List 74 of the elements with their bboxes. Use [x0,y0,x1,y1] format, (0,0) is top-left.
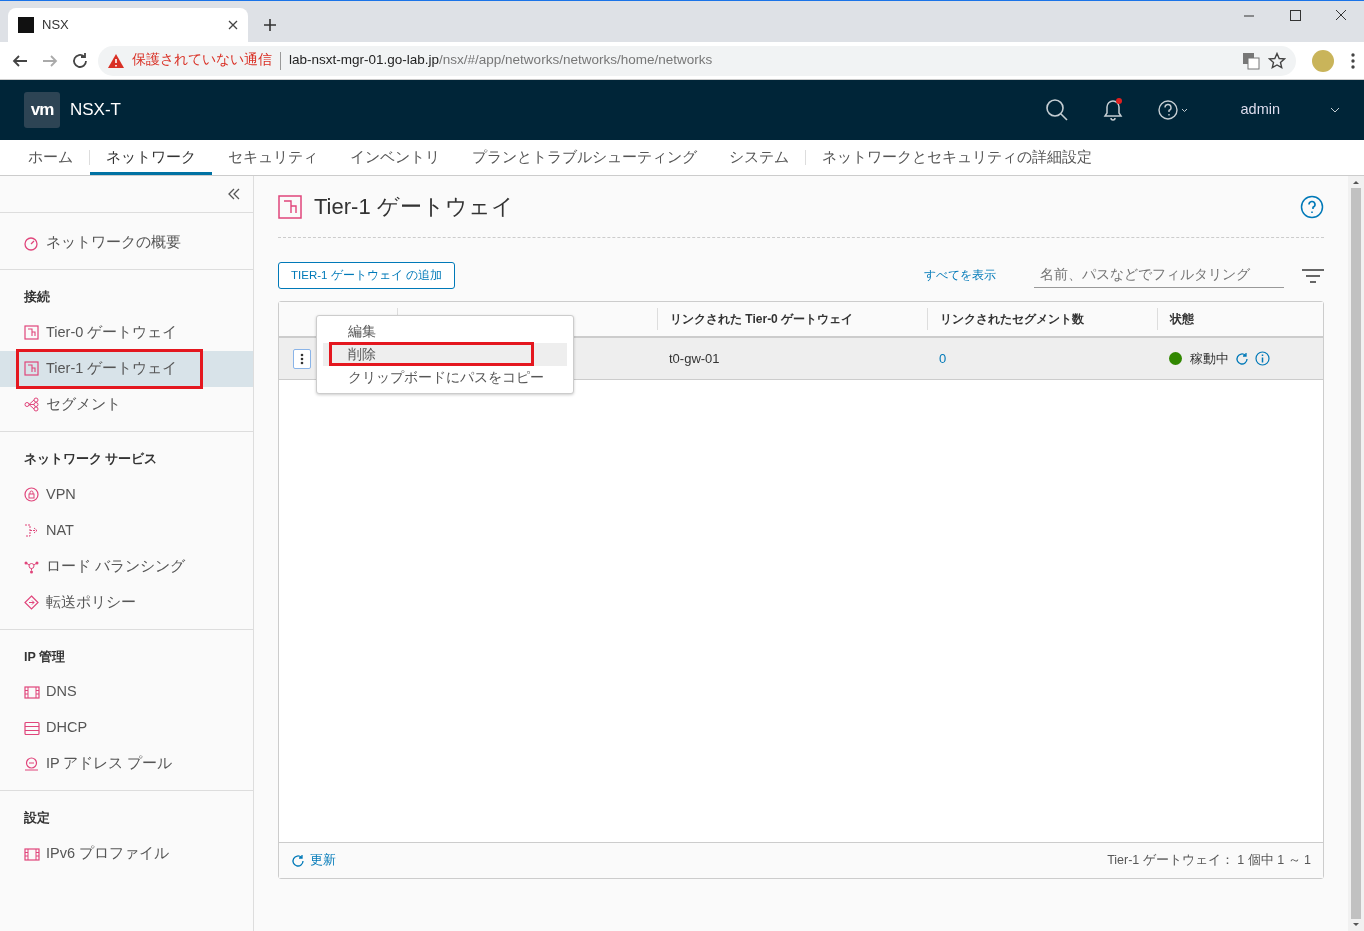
filter-field[interactable]: 名前、パスなどでフィルタリング [1034,263,1284,289]
sidebar-item[interactable]: Tier-1 ゲートウェイ [0,350,253,387]
menu-item[interactable]: クリップボードにパスをコピー [323,366,567,389]
sidebar-item[interactable]: NAT [0,512,253,549]
section-heading: ネットワーク サービス [23,450,159,468]
nav-tab[interactable]: ネットワークとセキュリティの詳細設定 [806,143,1108,175]
refresh-icon[interactable] [1235,351,1249,366]
help-icon[interactable] [1300,194,1324,219]
column-header: リンクされたセグメント数 [927,308,1157,331]
gateway-icon [24,325,40,341]
nav-tab[interactable]: システム [713,143,805,175]
browser-tab[interactable]: NSX [8,8,248,42]
logo: vm [24,92,60,128]
url-text: lab-nsxt-mgr-01.go-lab.jp/nsx/#/app/networks/networks/home/networks [289,51,713,70]
menu-item[interactable]: 編集 [323,320,567,343]
info-icon[interactable] [1255,351,1270,367]
gateway-icon [278,194,302,219]
menu-item[interactable]: 削除 [323,343,567,366]
show-all-link[interactable]: すべてを表示 [924,267,996,285]
user-name[interactable]: admin [1240,99,1280,121]
sidebar-item[interactable]: 転送ポリシー [0,584,253,621]
arrow-icon [24,523,40,538]
diamond-arrow-icon [24,595,40,610]
refresh-button[interactable]: 更新 [291,851,336,871]
product-name: NSX-T [70,99,121,122]
add-gateway-button[interactable]: TIER-1 ゲートウェイ の追加 [278,262,455,290]
sidebar-item[interactable]: DNS [0,674,253,711]
chevron-down-icon[interactable] [1330,107,1340,113]
status-text: 稼動中 [1190,350,1229,368]
new-tab-icon[interactable] [264,19,276,31]
sidebar-item[interactable]: DHCP [0,710,253,747]
collapse-icon[interactable] [227,188,241,200]
security-warning: 保護されていない通信 [132,51,272,70]
nav-tab[interactable]: インベントリ [334,143,456,175]
kebab-menu-icon [300,352,304,365]
address-bar[interactable]: 保護されていない通信 lab-nsxt-mgr-01.go-lab.jp/nsx/#/app/networks/networks/home/networks [98,45,1296,76]
kebab-menu-icon[interactable] [1350,51,1356,70]
column-header: リンクされた Tier-0 ゲートウェイ [657,308,927,331]
sidebar-item[interactable]: IPv6 プロファイル [0,836,253,872]
search-icon[interactable] [1044,98,1069,122]
section-heading: 設定 [23,810,51,828]
nav-tab[interactable]: プランとトラブルシューティング [456,143,713,175]
gateway-icon [24,361,40,377]
sidebar-item[interactable]: セグメント [0,386,253,423]
favicon-icon [18,17,34,33]
scrollbar-thumb[interactable] [1351,188,1361,919]
sidebar-item[interactable]: ネットワークの概要 [0,225,253,261]
pagination-text: Tier-1 ゲートウェイ： 1 個中 1 ～ 1 [1107,852,1311,870]
sidebar-item[interactable]: IP アドレス プール [0,746,253,783]
segment-count-link[interactable]: 0 [927,338,1157,380]
table-cell-text: t0-gw-01 [668,350,721,368]
sidebar-item[interactable]: VPN [0,476,253,513]
column-header: 状態 [1157,308,1323,331]
page-title: Tier-1 ゲートウェイ [314,193,514,221]
stack-icon [24,720,40,736]
server-icon [24,846,40,862]
sidebar-item[interactable]: Tier-0 ゲートウェイ [0,314,253,351]
network-icon [24,559,40,574]
tab-title: NSX [42,16,69,35]
lock-icon [24,487,40,502]
row-actions-button[interactable] [293,348,311,369]
sidebar-item[interactable]: ロード バランシング [0,548,253,585]
refresh-icon [291,853,305,868]
section-heading: 接続 [23,289,51,306]
server-icon [24,684,40,700]
gauge-icon [24,235,40,251]
nodes-icon [24,397,40,413]
section-heading: IP 管理 [23,648,67,666]
nav-tab[interactable]: セキュリティ [212,143,334,175]
warning-icon [108,53,124,68]
filter-icon[interactable] [1302,268,1324,283]
close-icon[interactable] [228,20,238,30]
star-icon[interactable] [1268,51,1286,70]
nav-tab[interactable]: ホーム [12,143,89,175]
